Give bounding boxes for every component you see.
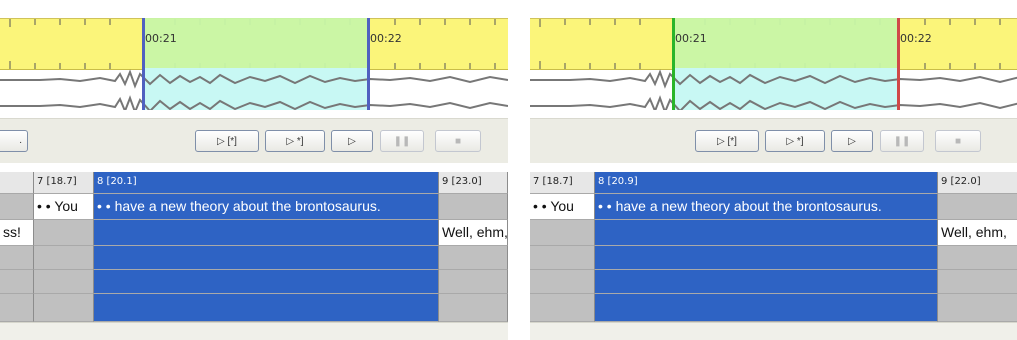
grid-cell[interactable] xyxy=(0,246,34,270)
column-header-7[interactable]: 7 [18.7] xyxy=(34,172,94,194)
panel-divider xyxy=(508,0,530,340)
grid-cell[interactable] xyxy=(34,220,94,246)
pause-button[interactable]: ❚❚ xyxy=(880,130,924,152)
grid-cell[interactable] xyxy=(439,270,508,294)
time-label-2: 00:22 xyxy=(370,32,402,45)
grid-cell[interactable] xyxy=(530,294,595,322)
playback-toolbar: ▷ [*] ▷ *] ▷ ❚❚ ■ xyxy=(530,118,1017,163)
column-header-7[interactable]: 7 [18.7] xyxy=(530,172,595,194)
column-header-8[interactable]: 8 [20.9] xyxy=(595,172,938,194)
grid-cell-selected[interactable] xyxy=(595,270,938,294)
play-button[interactable]: ▷ xyxy=(831,130,873,152)
grid-cell[interactable] xyxy=(530,246,595,270)
timeline[interactable]: 00:21 00:22 xyxy=(530,8,1017,110)
event-cell-8[interactable]: • • have a new theory about the brontosa… xyxy=(595,194,938,220)
time-label-1: 00:21 xyxy=(145,32,177,45)
grid-cell[interactable] xyxy=(439,194,508,220)
selection-ruler xyxy=(673,18,898,68)
time-label-2: 00:22 xyxy=(900,32,932,45)
event-cell-9[interactable]: Well, ehm, xyxy=(938,220,1017,246)
grid-cell[interactable] xyxy=(34,246,94,270)
event-cell-7[interactable]: • • You xyxy=(530,194,595,220)
grid-cell-selected[interactable] xyxy=(595,246,938,270)
selection-ruler xyxy=(143,18,368,68)
time-label-1: 00:21 xyxy=(675,32,707,45)
grid-cell[interactable] xyxy=(439,294,508,322)
grid-cell-selected[interactable] xyxy=(94,294,439,322)
event-cell-7[interactable]: • • You xyxy=(34,194,94,220)
status-bar xyxy=(530,322,1017,340)
selection-end-cursor[interactable] xyxy=(897,18,900,110)
grid-cell[interactable] xyxy=(0,270,34,294)
play-selection-end-button[interactable]: ▷ *] xyxy=(765,130,825,152)
column-header-9[interactable]: 9 [22.0] xyxy=(938,172,1017,194)
play-button[interactable]: ▷ xyxy=(331,130,373,152)
selection-end-cursor[interactable] xyxy=(367,18,370,110)
grid-cell[interactable] xyxy=(0,194,34,220)
grid-cell[interactable] xyxy=(34,294,94,322)
grid-cell-selected[interactable] xyxy=(94,270,439,294)
waveform xyxy=(530,69,1017,110)
timeline[interactable]: 00:21 00:22 xyxy=(0,8,508,110)
play-selection-start-button[interactable]: ▷ [*] xyxy=(695,130,759,152)
grid-cell[interactable] xyxy=(530,270,595,294)
grid-cell[interactable] xyxy=(938,270,1017,294)
grid-cell-selected[interactable] xyxy=(94,220,439,246)
grid-cell-selected[interactable] xyxy=(595,220,938,246)
grid-cell-selected[interactable] xyxy=(595,294,938,322)
grid-cell[interactable] xyxy=(938,194,1017,220)
grid-cell[interactable] xyxy=(530,220,595,246)
grid-cell[interactable] xyxy=(938,246,1017,270)
grid-cell[interactable] xyxy=(938,294,1017,322)
grid-cell[interactable] xyxy=(34,270,94,294)
event-cell-8[interactable]: • • have a new theory about the brontosa… xyxy=(94,194,439,220)
selection-start-cursor[interactable] xyxy=(142,18,145,110)
stop-button[interactable]: ■ xyxy=(435,130,481,152)
waveform xyxy=(0,69,508,110)
stop-button[interactable]: ■ xyxy=(935,130,981,152)
left-panel: 00:21 00:22 . ▷ [*] ▷ *] ▷ ❚❚ ■ 7 [18.7]… xyxy=(0,0,508,340)
grid-cell[interactable] xyxy=(0,294,34,322)
grid-cell[interactable] xyxy=(439,246,508,270)
status-bar xyxy=(0,322,508,340)
column-header-8[interactable]: 8 [20.1] xyxy=(94,172,439,194)
toolbar-partial-button[interactable]: . xyxy=(0,130,28,152)
pause-button[interactable]: ❚❚ xyxy=(380,130,424,152)
play-selection-start-button[interactable]: ▷ [*] xyxy=(195,130,259,152)
play-selection-end-button[interactable]: ▷ *] xyxy=(265,130,325,152)
right-panel: 00:21 00:22 ▷ [*] ▷ *] ▷ ❚❚ ■ 7 [18.7] 8… xyxy=(530,0,1017,340)
playback-toolbar: . ▷ [*] ▷ *] ▷ ❚❚ ■ xyxy=(0,118,508,163)
event-cell-6[interactable]: ss! xyxy=(0,220,34,246)
transcription-grid: 7 [18.7] 8 [20.9] 9 [22.0] • • You • • h… xyxy=(530,172,1017,322)
column-header-6 xyxy=(0,172,34,194)
column-header-9[interactable]: 9 [23.0] xyxy=(439,172,508,194)
grid-cell-selected[interactable] xyxy=(94,246,439,270)
selection-start-cursor[interactable] xyxy=(672,18,675,110)
transcription-grid: 7 [18.7] 8 [20.1] 9 [23.0] • • You • • h… xyxy=(0,172,508,322)
event-cell-9[interactable]: Well, ehm, xyxy=(439,220,508,246)
